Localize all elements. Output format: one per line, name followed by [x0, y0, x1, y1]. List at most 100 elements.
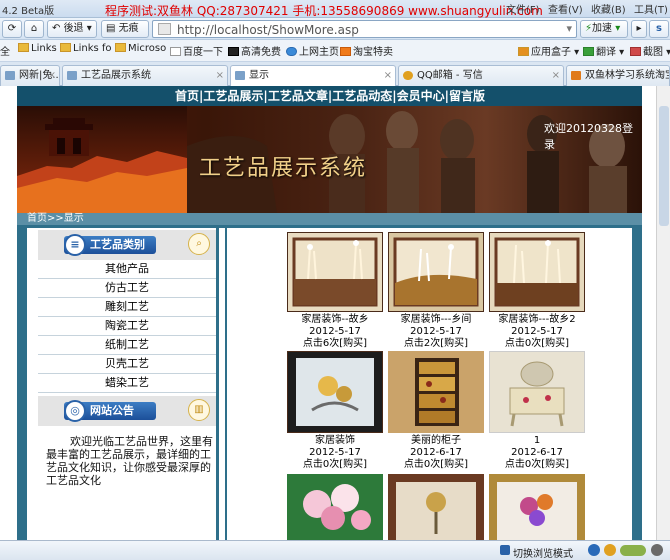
private-mode-button[interactable]: ▤ 无痕 ▾ [101, 20, 149, 50]
product-date: 2012-5-17 [309, 326, 361, 337]
close-icon[interactable]: × [552, 66, 560, 85]
product-image[interactable] [287, 232, 383, 312]
nav-craft-articles[interactable]: 工艺品文章 [268, 86, 328, 106]
tab-craft-system[interactable]: 工艺品展示系统 × [62, 65, 228, 86]
product-card: 家居装饰 2012-5-17 点击0次[购买] [285, 351, 385, 471]
category-item-antique[interactable]: 仿古工艺 [38, 279, 216, 298]
refresh-icon[interactable]: ⟳ [2, 20, 22, 38]
product-image[interactable] [287, 351, 383, 433]
scrollbar-thumb[interactable] [659, 106, 669, 226]
close-icon[interactable]: × [216, 66, 224, 85]
product-card: 美丽的柜子 2012-6-17 点击0次[购买] [386, 351, 486, 471]
tab-taobao[interactable]: 双鱼林学习系统淘宝 [566, 65, 670, 86]
address-url[interactable]: http://localhost/ShowMore.asp [177, 23, 359, 37]
product-date: 2012-6-17 [410, 447, 462, 458]
product-name[interactable]: 家居装饰--故乡 [285, 314, 385, 326]
product-name[interactable]: 美丽的柜子 [386, 435, 486, 447]
category-item-batik[interactable]: 蜡染工艺 [38, 374, 216, 393]
switch-mode-button[interactable]: 切换浏览模式 [513, 545, 573, 560]
globe-icon: ◎ [64, 400, 86, 422]
buy-link[interactable]: [购买] [541, 338, 569, 349]
accelerate-button[interactable]: ⚡加速 ▾ [580, 20, 628, 38]
category-item-paper[interactable]: 纸制工艺 [38, 336, 216, 355]
magnifier-icon: ⌕ [188, 233, 210, 255]
toggle-icon[interactable] [620, 545, 646, 556]
product-clicks: 点击6次 [302, 338, 340, 349]
nav-home[interactable]: 首页 [175, 86, 199, 106]
breadcrumb-home[interactable]: 首页 [27, 213, 47, 224]
tab-1[interactable]: 网新|免... × [0, 65, 60, 86]
product-image[interactable] [287, 474, 383, 540]
bookmark-taobao[interactable]: 淘宝特卖 [340, 43, 393, 58]
globe-icon[interactable] [588, 544, 600, 556]
tab-qq-mail[interactable]: QQ邮箱 - 写信 × [398, 65, 564, 86]
breadcrumb: 首页>>显示 [17, 213, 642, 225]
product-image[interactable] [489, 232, 585, 312]
settings-icon[interactable] [651, 544, 663, 556]
close-icon[interactable]: × [48, 66, 56, 85]
column-separator [219, 228, 225, 540]
nav-craft-show[interactable]: 工艺品展示 [203, 86, 263, 106]
site-banner: 工艺品展示系统 欢迎20120328登录 [17, 106, 642, 213]
page-icon [158, 23, 171, 35]
product-card: 家居装饰---乡间 2012-5-17 点击2次[购买] [386, 232, 486, 350]
bookmark-hd[interactable]: 高清免费 [228, 43, 281, 58]
bookmark-item[interactable]: 全 [0, 43, 10, 58]
product-image[interactable] [489, 351, 585, 433]
product-name[interactable]: 1 [487, 435, 587, 447]
product-image[interactable] [388, 232, 484, 312]
nav-member-center[interactable]: 会员中心 [397, 86, 445, 106]
buy-link[interactable]: [购买] [339, 338, 367, 349]
product-name[interactable]: 家居装饰---故乡2 [487, 314, 587, 326]
bookmark-homepage[interactable]: 上网主页 [286, 43, 339, 58]
product-image[interactable] [388, 474, 484, 540]
category-item-shell[interactable]: 贝壳工艺 [38, 355, 216, 374]
menu-favorites[interactable]: 收藏(B) [591, 1, 626, 16]
bookmark-translate[interactable]: 翻译 ▾ [583, 43, 624, 58]
bookmark-microsoft[interactable]: Microso [115, 43, 166, 54]
category-header: 工艺品类别 ≡ ⌕ [38, 230, 216, 260]
bookmark-app-box[interactable]: 应用盒子 ▾ [518, 43, 579, 58]
title-bar: 4.2 Beta版 程序测试:双鱼林 QQ:287307421 手机:13558… [0, 0, 670, 18]
category-item-other[interactable]: 其他产品 [38, 260, 216, 279]
close-icon[interactable]: × [384, 66, 392, 85]
product-card: 1 2012-6-17 点击0次[购买] [487, 351, 587, 471]
menu-view[interactable]: 查看(V) [548, 1, 583, 16]
product-clicks: 点击0次 [403, 459, 441, 470]
product-image[interactable] [489, 474, 585, 540]
search-engine-icon[interactable]: s [649, 20, 669, 38]
buy-link[interactable]: [购买] [541, 459, 569, 470]
bookmark-baidu[interactable]: 百度一下 [170, 43, 223, 58]
bookmark-links[interactable]: Links [18, 43, 57, 54]
tab-bar: 网新|免... × 工艺品展示系统 × 显示 × QQ邮箱 - 写信 × 双鱼林学习系统… [0, 62, 670, 87]
buy-link[interactable]: [购买] [440, 459, 468, 470]
tab-show[interactable]: 显示 × [230, 65, 396, 87]
nav-craft-news[interactable]: 工艺品动态 [332, 86, 392, 106]
bookmark-links-fo[interactable]: Links fo [60, 43, 112, 54]
forward-arrow-icon[interactable]: ▸ [631, 20, 647, 38]
bookmarks-bar: 全 Links Links fo Microso 百度一下 高清免费 上网主页 … [0, 40, 670, 62]
bookmark-screenshot[interactable]: 截图 ▾ [630, 43, 670, 58]
product-clicks: 点击0次 [504, 338, 542, 349]
product-date: 2012-6-17 [511, 447, 563, 458]
nav-guestbook[interactable]: 留言版 [449, 86, 485, 106]
product-clicks: 点击0次 [302, 459, 340, 470]
product-card: 家居装饰---故乡2 2012-5-17 点击0次[购买] [487, 232, 587, 350]
browser-mode-icon [500, 545, 510, 555]
category-item-carving[interactable]: 雕刻工艺 [38, 298, 216, 317]
product-image[interactable] [388, 351, 484, 433]
product-name[interactable]: 家居装饰---乡间 [386, 314, 486, 326]
address-bar[interactable]: http://localhost/ShowMore.asp ▾ [152, 20, 577, 38]
product-name[interactable]: 家居装饰 [285, 435, 385, 447]
home-icon[interactable]: ⌂ [24, 20, 44, 38]
menu-tools[interactable]: 工具(T) [634, 1, 668, 16]
menu-file[interactable]: 文件(F) [506, 1, 540, 16]
category-item-ceramics[interactable]: 陶瓷工艺 [38, 317, 216, 336]
buy-link[interactable]: [购买] [440, 338, 468, 349]
scrollbar[interactable] [656, 86, 670, 540]
shield-icon[interactable] [604, 544, 616, 556]
buy-link[interactable]: [购买] [339, 459, 367, 470]
back-button[interactable]: ↶ 後退 ▾ [47, 20, 97, 38]
chevron-down-icon[interactable]: ▾ [566, 22, 572, 35]
site-nav: 首页|工艺品展示|工艺品文章|工艺品动态|会员中心|留言版 [17, 86, 642, 106]
